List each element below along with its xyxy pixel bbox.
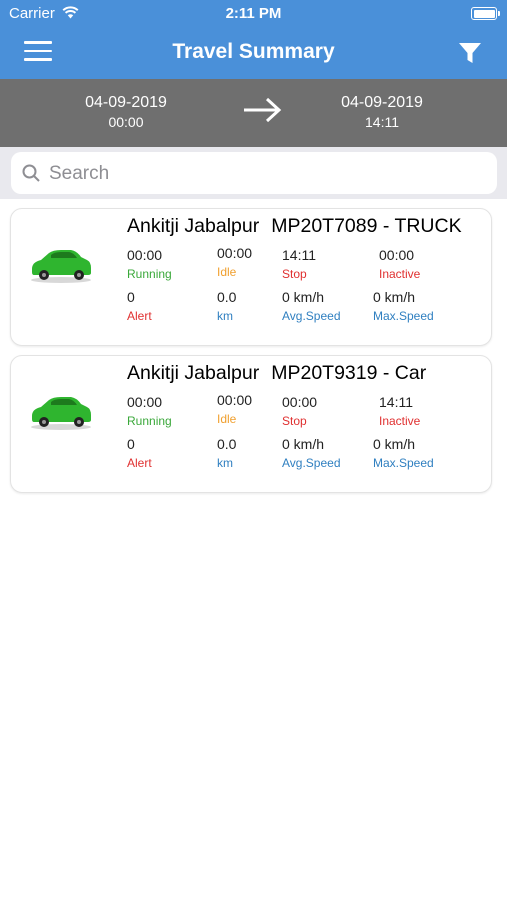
vehicle-card[interactable]: Ankitji Jabalpur MP20T9319 - Car 00:00 Ru… [10, 355, 492, 493]
from-time-value: 00:00 [108, 114, 144, 130]
idle-value: 00:00 [217, 392, 253, 408]
alert-stat: 0 Alert [127, 436, 152, 470]
inactive-value: 14:11 [379, 394, 413, 410]
idle-stat: 00:00 Idle [217, 245, 252, 279]
vehicle-title: Ankitji Jabalpur MP20T9319 - Car [127, 362, 426, 385]
max-speed-stat: 0 km/h Max.Speed [373, 436, 434, 470]
inactive-label: Inactive [379, 414, 421, 428]
inactive-stat: 00:00 Inactive [379, 247, 420, 281]
max-speed-label: Max.Speed [373, 456, 434, 470]
to-time-value: 14:11 [365, 114, 399, 130]
stop-value: 14:11 [282, 247, 316, 263]
km-value: 0.0 [217, 289, 237, 305]
avg-speed-stat: 0 km/h Avg.Speed [282, 289, 341, 323]
inactive-stat: 14:11 Inactive [379, 394, 420, 428]
stop-label: Stop [282, 267, 307, 281]
alert-value: 0 [127, 436, 135, 452]
from-date-value: 04-09-2019 [85, 94, 167, 111]
running-label: Running [127, 267, 172, 281]
avg-speed-label: Avg.Speed [282, 456, 341, 470]
car-icon [29, 394, 93, 437]
to-date[interactable]: 04-09-2019 14:11 [302, 94, 462, 130]
search-icon [22, 164, 40, 187]
running-stat: 00:00 Running [127, 247, 172, 281]
km-stat: 0.0 km [217, 289, 236, 323]
running-value: 00:00 [127, 394, 163, 410]
km-value: 0.0 [217, 436, 237, 452]
km-stat: 0.0 km [217, 436, 236, 470]
alert-stat: 0 Alert [127, 289, 152, 323]
running-stat: 00:00 Running [127, 394, 172, 428]
stop-value: 00:00 [282, 394, 318, 410]
search-input[interactable] [47, 158, 481, 190]
max-speed-stat: 0 km/h Max.Speed [373, 289, 434, 323]
vehicle-title: Ankitji Jabalpur MP20T7089 - TRUCK [127, 215, 462, 238]
stop-stat: 00:00 Stop [282, 394, 317, 428]
max-speed-value: 0 km/h [373, 436, 416, 452]
vehicle-number: MP20T7089 - TRUCK [271, 215, 462, 237]
vehicle-number: MP20T9319 - Car [271, 362, 427, 384]
search-bar-container [0, 147, 507, 199]
status-time: 2:11 PM [225, 5, 282, 22]
status-bar: Carrier 2:11 PM [0, 0, 507, 28]
alert-label: Alert [127, 456, 152, 470]
stop-label: Stop [282, 414, 307, 428]
date-range-bar[interactable]: 04-09-2019 00:00 04-09-2019 14:11 [0, 79, 507, 147]
alert-value: 0 [127, 289, 135, 305]
to-date-value: 04-09-2019 [341, 94, 423, 111]
avg-speed-label: Avg.Speed [282, 309, 341, 323]
from-date[interactable]: 04-09-2019 00:00 [46, 94, 206, 130]
search-bar[interactable] [11, 152, 497, 194]
driver-name: Ankitji Jabalpur [127, 362, 260, 384]
idle-stat: 00:00 Idle [217, 392, 252, 426]
idle-label: Idle [217, 412, 237, 426]
car-icon [29, 247, 93, 290]
running-label: Running [127, 414, 172, 428]
arrow-right-icon [242, 97, 282, 128]
header: Carrier 2:11 PM Travel Summary [0, 0, 507, 79]
max-speed-label: Max.Speed [373, 309, 434, 323]
idle-value: 00:00 [217, 245, 253, 261]
alert-label: Alert [127, 309, 152, 323]
battery-icon [471, 7, 500, 20]
max-speed-value: 0 km/h [373, 289, 416, 305]
stop-stat: 14:11 Stop [282, 247, 316, 281]
km-label: km [217, 309, 233, 323]
running-value: 00:00 [127, 247, 163, 263]
avg-speed-value: 0 km/h [282, 436, 325, 452]
avg-speed-stat: 0 km/h Avg.Speed [282, 436, 341, 470]
vehicle-card[interactable]: Ankitji Jabalpur MP20T7089 - TRUCK 00:00 … [10, 208, 492, 346]
filter-icon[interactable] [457, 40, 483, 66]
navigation-bar: Travel Summary [0, 28, 507, 79]
avg-speed-value: 0 km/h [282, 289, 325, 305]
inactive-label: Inactive [379, 267, 421, 281]
driver-name: Ankitji Jabalpur [127, 215, 260, 237]
page-title: Travel Summary [172, 40, 335, 63]
idle-label: Idle [217, 265, 237, 279]
km-label: km [217, 456, 233, 470]
inactive-value: 00:00 [379, 247, 415, 263]
